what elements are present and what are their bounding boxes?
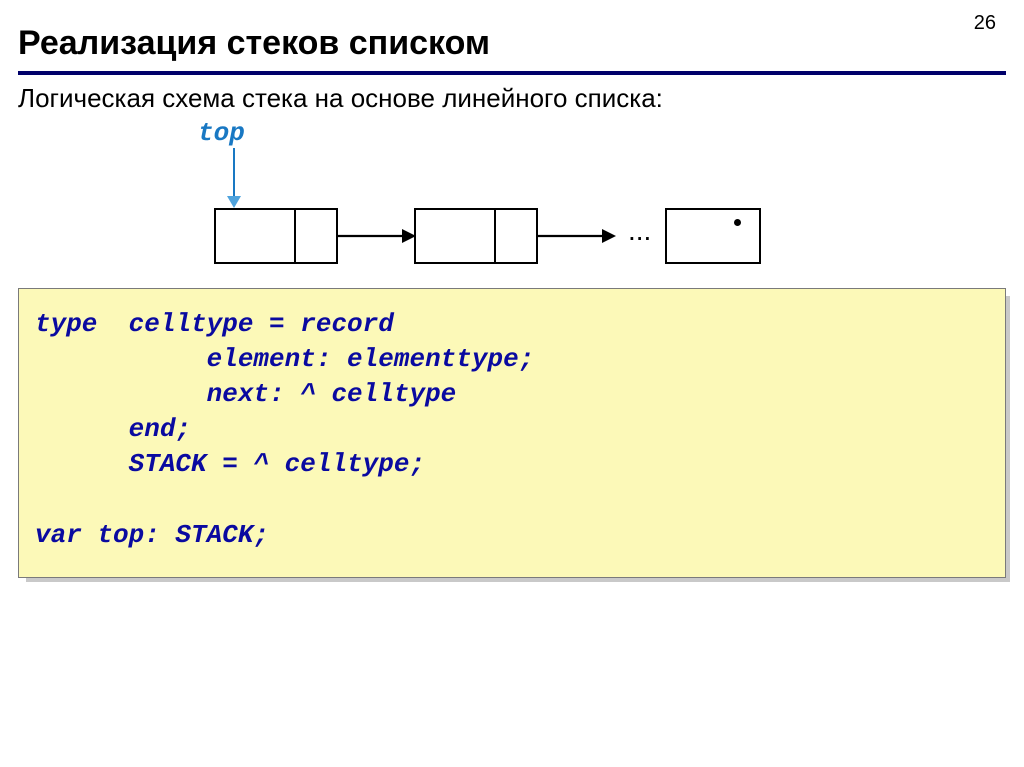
node-data-field [416, 210, 496, 262]
code-block: type celltype = record element: elementt… [18, 288, 1006, 578]
node-row: ... [214, 208, 761, 264]
arrow-right-icon [338, 235, 414, 237]
list-node [414, 208, 538, 264]
node-pointer-field [296, 210, 336, 262]
arrow-down-icon [222, 148, 246, 210]
code-line: next: ^ celltype [35, 379, 456, 409]
subtitle: Логическая схема стека на основе линейно… [0, 81, 1024, 118]
node-pointer-field [496, 210, 536, 262]
null-dot-icon [734, 219, 741, 226]
code-line: var top: STACK; [35, 520, 269, 550]
linked-list-diagram: top ... [18, 118, 1006, 288]
code-line: STACK = ^ celltype; [35, 449, 425, 479]
page-number: 26 [974, 12, 996, 35]
top-pointer-label: top [198, 118, 245, 148]
ellipsis: ... [614, 215, 665, 257]
code-line: type celltype = record [35, 309, 394, 339]
arrow-right-icon [538, 235, 614, 237]
node-data-field [216, 210, 296, 262]
page-title: Реализация стеков списком [0, 0, 1024, 69]
code-line: end; [35, 414, 191, 444]
list-terminal-node [665, 208, 761, 264]
code-content: type celltype = record element: elementt… [18, 288, 1006, 578]
heading-rule [18, 71, 1006, 75]
list-node [214, 208, 338, 264]
code-line: element: elementtype; [35, 344, 534, 374]
